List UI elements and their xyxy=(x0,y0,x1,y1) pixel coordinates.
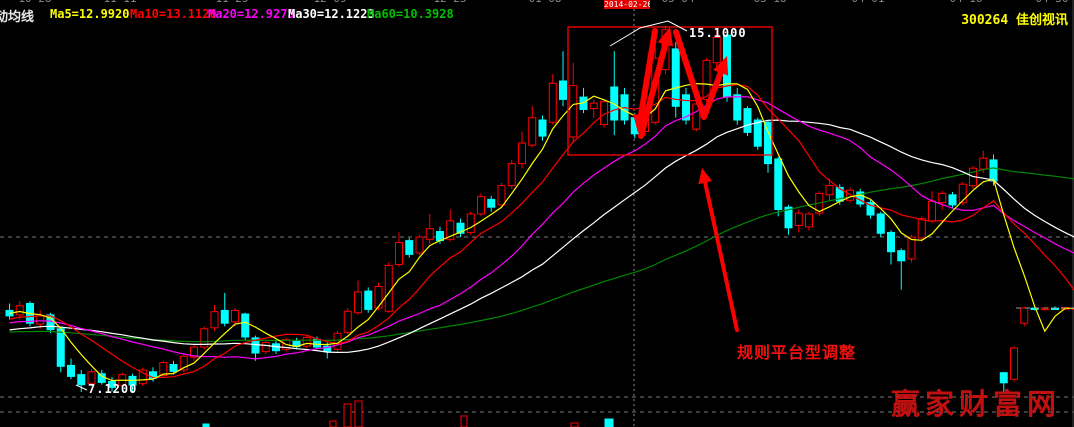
stock-label: 300264 佳创视讯 xyxy=(961,9,1068,28)
chart-window: 动均线 Ma5=12.9920Ma10=13.1120Ma20=12.9275M… xyxy=(0,0,1074,427)
ma-legend-item-ma10: Ma10=13.1120 xyxy=(130,7,217,21)
axis-date-tick: 04-30 xyxy=(1035,0,1068,5)
axis-date-tick: 04-16 xyxy=(949,0,982,5)
axis-date-tick: 11-11 xyxy=(103,0,136,5)
axis-date-tick: 03-18 xyxy=(753,0,786,5)
ma-legend-item-ma60: Ma60=10.3928 xyxy=(367,7,454,21)
ma-legend-item-ma20: Ma20=12.9275 xyxy=(208,7,295,21)
annotations-layer xyxy=(76,21,1074,390)
ma-line-ma30 xyxy=(10,120,1074,352)
watermark-text: 赢家财富网 xyxy=(891,381,1061,423)
axis-date-tick: 12-23 xyxy=(433,0,466,5)
trend-comment-label: 规则平台型调整 xyxy=(737,339,856,363)
volume-slivers xyxy=(203,401,613,427)
crosshair-date-badge: 2014-02-26 xyxy=(604,0,650,9)
axis-date-tick: 01-08 xyxy=(528,0,561,5)
chart-canvas[interactable] xyxy=(0,0,1074,427)
axis-date-tick: 03-04 xyxy=(661,0,694,5)
candles-layer xyxy=(6,26,1074,393)
axis-date-tick: 10-28 xyxy=(18,0,51,5)
axis-date-tick: 11-25 xyxy=(215,0,248,5)
axis-date-tick: 04-01 xyxy=(851,0,884,5)
ma-period-label: 动均线 xyxy=(0,6,34,25)
ma-legend-item-ma30: Ma30=12.1223 xyxy=(288,7,375,21)
low-price-label: 7.1200 xyxy=(88,382,137,396)
ma-legend-item-ma5: Ma5=12.9920 xyxy=(50,7,129,21)
high-price-label: 15.1000 xyxy=(689,26,747,40)
axis-date-tick: 12-09 xyxy=(313,0,346,5)
